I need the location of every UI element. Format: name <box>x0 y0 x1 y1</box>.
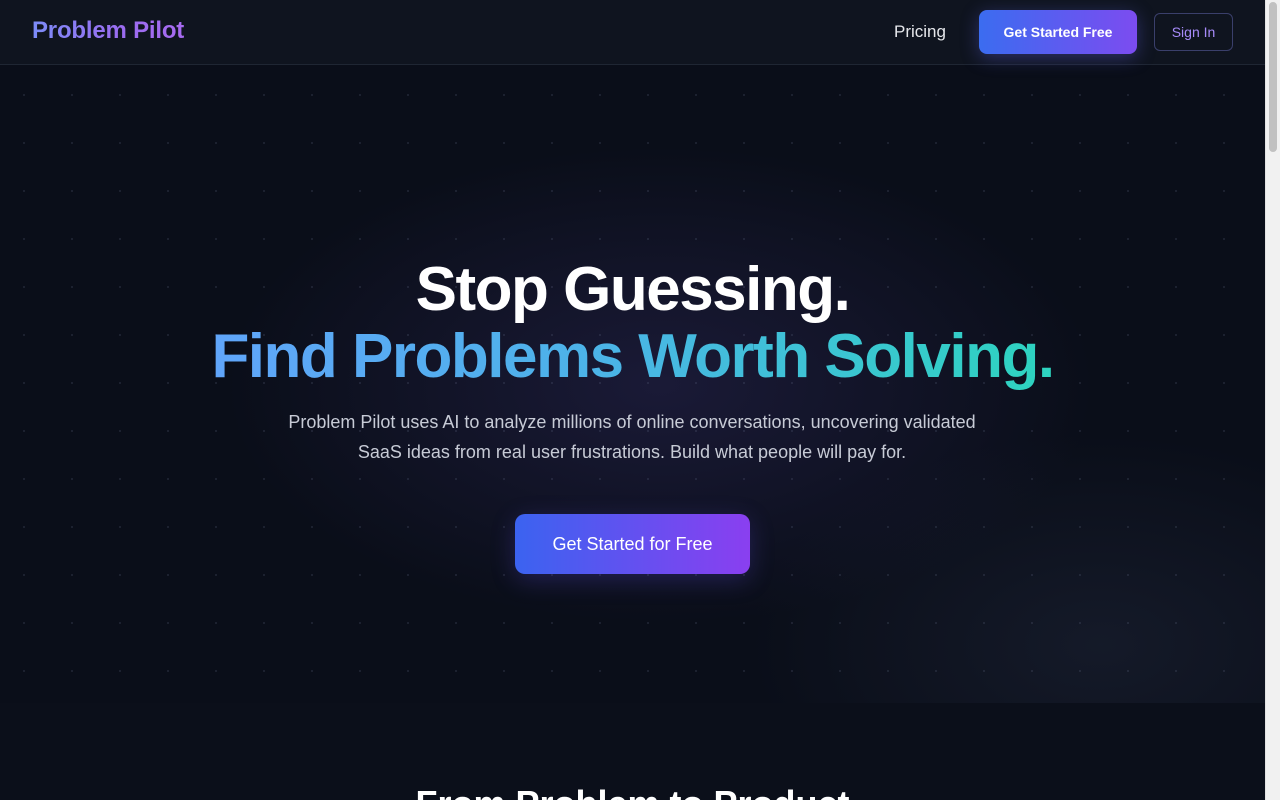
logo[interactable]: Problem Pilot <box>32 17 184 45</box>
page-scrollbar[interactable] <box>1265 0 1280 800</box>
page: Problem Pilot Pricing Get Started Free S… <box>0 0 1265 800</box>
top-navbar: Problem Pilot Pricing Get Started Free S… <box>0 0 1265 65</box>
nav-pricing-link[interactable]: Pricing <box>894 22 946 42</box>
scrollbar-thumb[interactable] <box>1269 2 1277 152</box>
section-title: From Problem to Product <box>0 783 1265 800</box>
get-started-free-button[interactable]: Get Started Free <box>979 10 1137 54</box>
hero-headline-line2: Find Problems Worth Solving. <box>0 322 1265 392</box>
how-it-works-section: From Problem to Product <box>0 703 1265 800</box>
hero-subtitle: Problem Pilot uses AI to analyze million… <box>288 412 976 462</box>
hero-section: Stop Guessing. Find Problems Worth Solvi… <box>0 65 1265 703</box>
hero-get-started-button[interactable]: Get Started for Free <box>515 514 750 574</box>
sign-in-button[interactable]: Sign In <box>1154 13 1233 51</box>
hero-headline-gradient-text: Find Problems Worth Solving. <box>211 322 1055 391</box>
hero-headline-line1: Stop Guessing. <box>415 255 851 324</box>
